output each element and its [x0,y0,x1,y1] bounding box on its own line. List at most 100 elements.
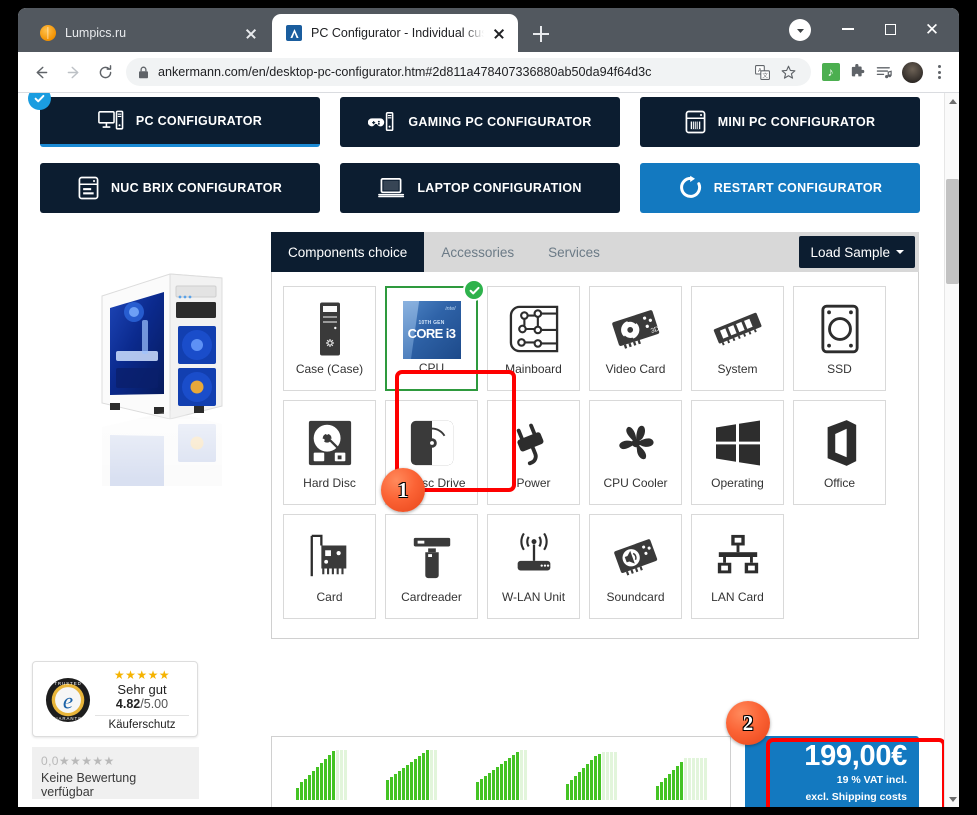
component-tile-cpu[interactable]: intel 10TH GEN CORE i3 CPU [385,279,485,391]
configurator-buttons-row-2: NUC BRIX CONFIGURATOR LAPTOP CONFIGURATI… [40,163,920,213]
component-tile-hard-disc[interactable]: Hard Disc [283,400,376,505]
close-icon[interactable] [490,24,508,42]
component-tile-power[interactable]: Power [487,400,580,505]
no-rating-text: Keine Bewertung verfügbar [41,771,137,799]
rating-text: Sehr gut [117,682,167,697]
component-label: SSD [827,362,852,376]
hard-disc-icon [306,412,354,474]
lock-icon [138,66,149,79]
rating-score-max: /5.00 [140,697,169,711]
optical-disc-drive-icon [408,412,456,474]
new-tab-button[interactable] [528,21,554,47]
component-tile-system[interactable]: System [691,286,784,391]
rating-score-value: 4.82 [115,697,141,711]
gaming-pc-configurator-button[interactable]: GAMING PC CONFIGURATOR [340,97,620,147]
component-tile-video-card[interactable]: 3D Video Card [589,286,682,391]
component-tile-wlan-unit[interactable]: W-LAN Unit [487,514,580,619]
tab-services[interactable]: Services [531,232,617,272]
forward-arrow-icon[interactable] [58,57,88,87]
load-sample-dropdown[interactable]: Load Sample [799,236,915,268]
tab-components-choice[interactable]: Components choice [271,232,425,272]
tab-title: Lumpics.ru [65,26,127,40]
maximize-button[interactable] [869,14,911,44]
trusted-shops-widget[interactable]: e TRUSTED GUARANTEE ★★★★★ Sehr gut 4.82/… [32,661,198,737]
translate-icon[interactable]: A 文 [749,64,775,80]
sparkline-workstation [643,750,719,800]
svg-text:GUARANTEE: GUARANTEE [50,716,86,721]
scroll-up-arrow-icon[interactable] [945,93,959,109]
profile-avatar-icon[interactable] [902,61,923,83]
tab-label: Services [548,244,600,260]
bar-label: GAMING [569,805,613,807]
extensions-puzzle-icon[interactable] [844,59,871,86]
trusted-shops-rating: ★★★★★ Sehr gut 4.82/5.00 Käuferschutz [95,669,189,731]
music-extension-icon[interactable]: ♪ [817,59,844,86]
component-label: Hard Disc [303,476,356,490]
component-tile-mainboard[interactable]: Mainboard [487,286,580,391]
component-tile-cpu-cooler[interactable]: CPU Cooler [589,400,682,505]
component-tile-case[interactable]: Case (Case) [283,286,376,391]
check-badge-icon [28,93,51,110]
bar-label: MULTIMEDIA [468,805,534,807]
component-tile-office[interactable]: Office [793,400,886,505]
laptop-configuration-button[interactable]: LAPTOP CONFIGURATION [340,163,620,213]
trusted-shops-seal-icon: e TRUSTED GUARANTEE [41,669,95,731]
tab-search-dropdown-icon[interactable] [789,19,811,41]
component-tile-card[interactable]: Card [283,514,376,619]
sparkline-total [283,750,359,800]
chevron-down-icon [896,250,904,254]
configuration-summary: TOTAL OFFICE [271,736,919,807]
button-label: LAPTOP CONFIGURATION [417,181,582,195]
components-row-spacer [793,514,886,619]
component-tile-operating-system[interactable]: Operating [691,400,784,505]
minimize-button[interactable] [827,14,869,44]
restart-configurator-button[interactable]: RESTART CONFIGURATOR [640,163,920,213]
component-tile-cardreader[interactable]: Cardreader [385,514,478,619]
bookmark-star-icon[interactable] [775,65,801,80]
page-scrollbar[interactable] [944,93,959,807]
screenshot-root: Lumpics.ru PC Configurator - Individual … [0,0,977,815]
intel-brand-label: intel [445,306,456,312]
pc-tower-icon [314,298,346,360]
scroll-down-arrow-icon[interactable] [945,791,959,807]
tab-accessories[interactable]: Accessories [424,232,531,272]
reading-list-icon[interactable] [871,59,898,86]
component-tile-ssd[interactable]: SSD [793,286,886,391]
address-bar[interactable]: ankermann.com/en/desktop-pc-configurator… [126,58,811,86]
browser-window: Lumpics.ru PC Configurator - Individual … [18,8,959,807]
buyer-protection-label: Käuferschutz [108,719,176,731]
component-label: W-LAN Unit [501,590,566,604]
browser-tab-pc-configurator[interactable]: PC Configurator - Individual cust [272,14,518,52]
component-tile-soundcard[interactable]: Soundcard [589,514,682,619]
no-rating-widget: 0,0★★★★★ Keine Bewertung verfügbar [32,747,199,799]
selected-check-icon [463,279,485,301]
mini-pc-configurator-button[interactable]: MINI PC CONFIGURATOR [640,97,920,147]
price-vat-note: 19 % VAT incl. [836,774,907,787]
expansion-card-icon [306,526,354,588]
pc-configurator-button[interactable]: PC CONFIGURATOR [28,93,320,147]
configurator-buttons-row-1: PC CONFIGURATOR GAMING PC CONFIGURATOR M… [28,93,920,147]
reload-icon[interactable] [90,57,120,87]
total-price-box: 199,00€ 19 % VAT incl. excl. Shipping co… [745,736,919,807]
component-tile-lan-card[interactable]: LAN Card [691,514,784,619]
bar-group-workstation: WORKSTATIO... [636,750,726,807]
nuc-brix-configurator-button[interactable]: NUC BRIX CONFIGURATOR [40,163,320,213]
scrollbar-thumb[interactable] [946,179,959,284]
bar-group-office: OFFICE [366,750,456,807]
chrome-menu-kebab-icon[interactable] [927,65,951,79]
orange-circle-icon [40,25,56,41]
ram-module-icon [711,298,765,360]
close-window-button[interactable]: ✕ [911,14,953,44]
network-lan-icon [713,526,763,588]
page-viewport: PC CONFIGURATOR GAMING PC CONFIGURATOR M… [18,93,959,807]
back-arrow-icon[interactable] [26,57,56,87]
window-controls: ✕ [827,14,953,44]
component-label: Operating [711,476,764,490]
nuc-box-icon [78,176,99,200]
soundcard-icon [610,526,662,588]
browser-tab-lumpics[interactable]: Lumpics.ru [26,14,270,52]
address-bar-url: ankermann.com/en/desktop-pc-configurator… [158,65,652,79]
svg-text:文: 文 [762,71,768,79]
close-icon[interactable] [242,24,260,42]
fan-icon [612,412,660,474]
